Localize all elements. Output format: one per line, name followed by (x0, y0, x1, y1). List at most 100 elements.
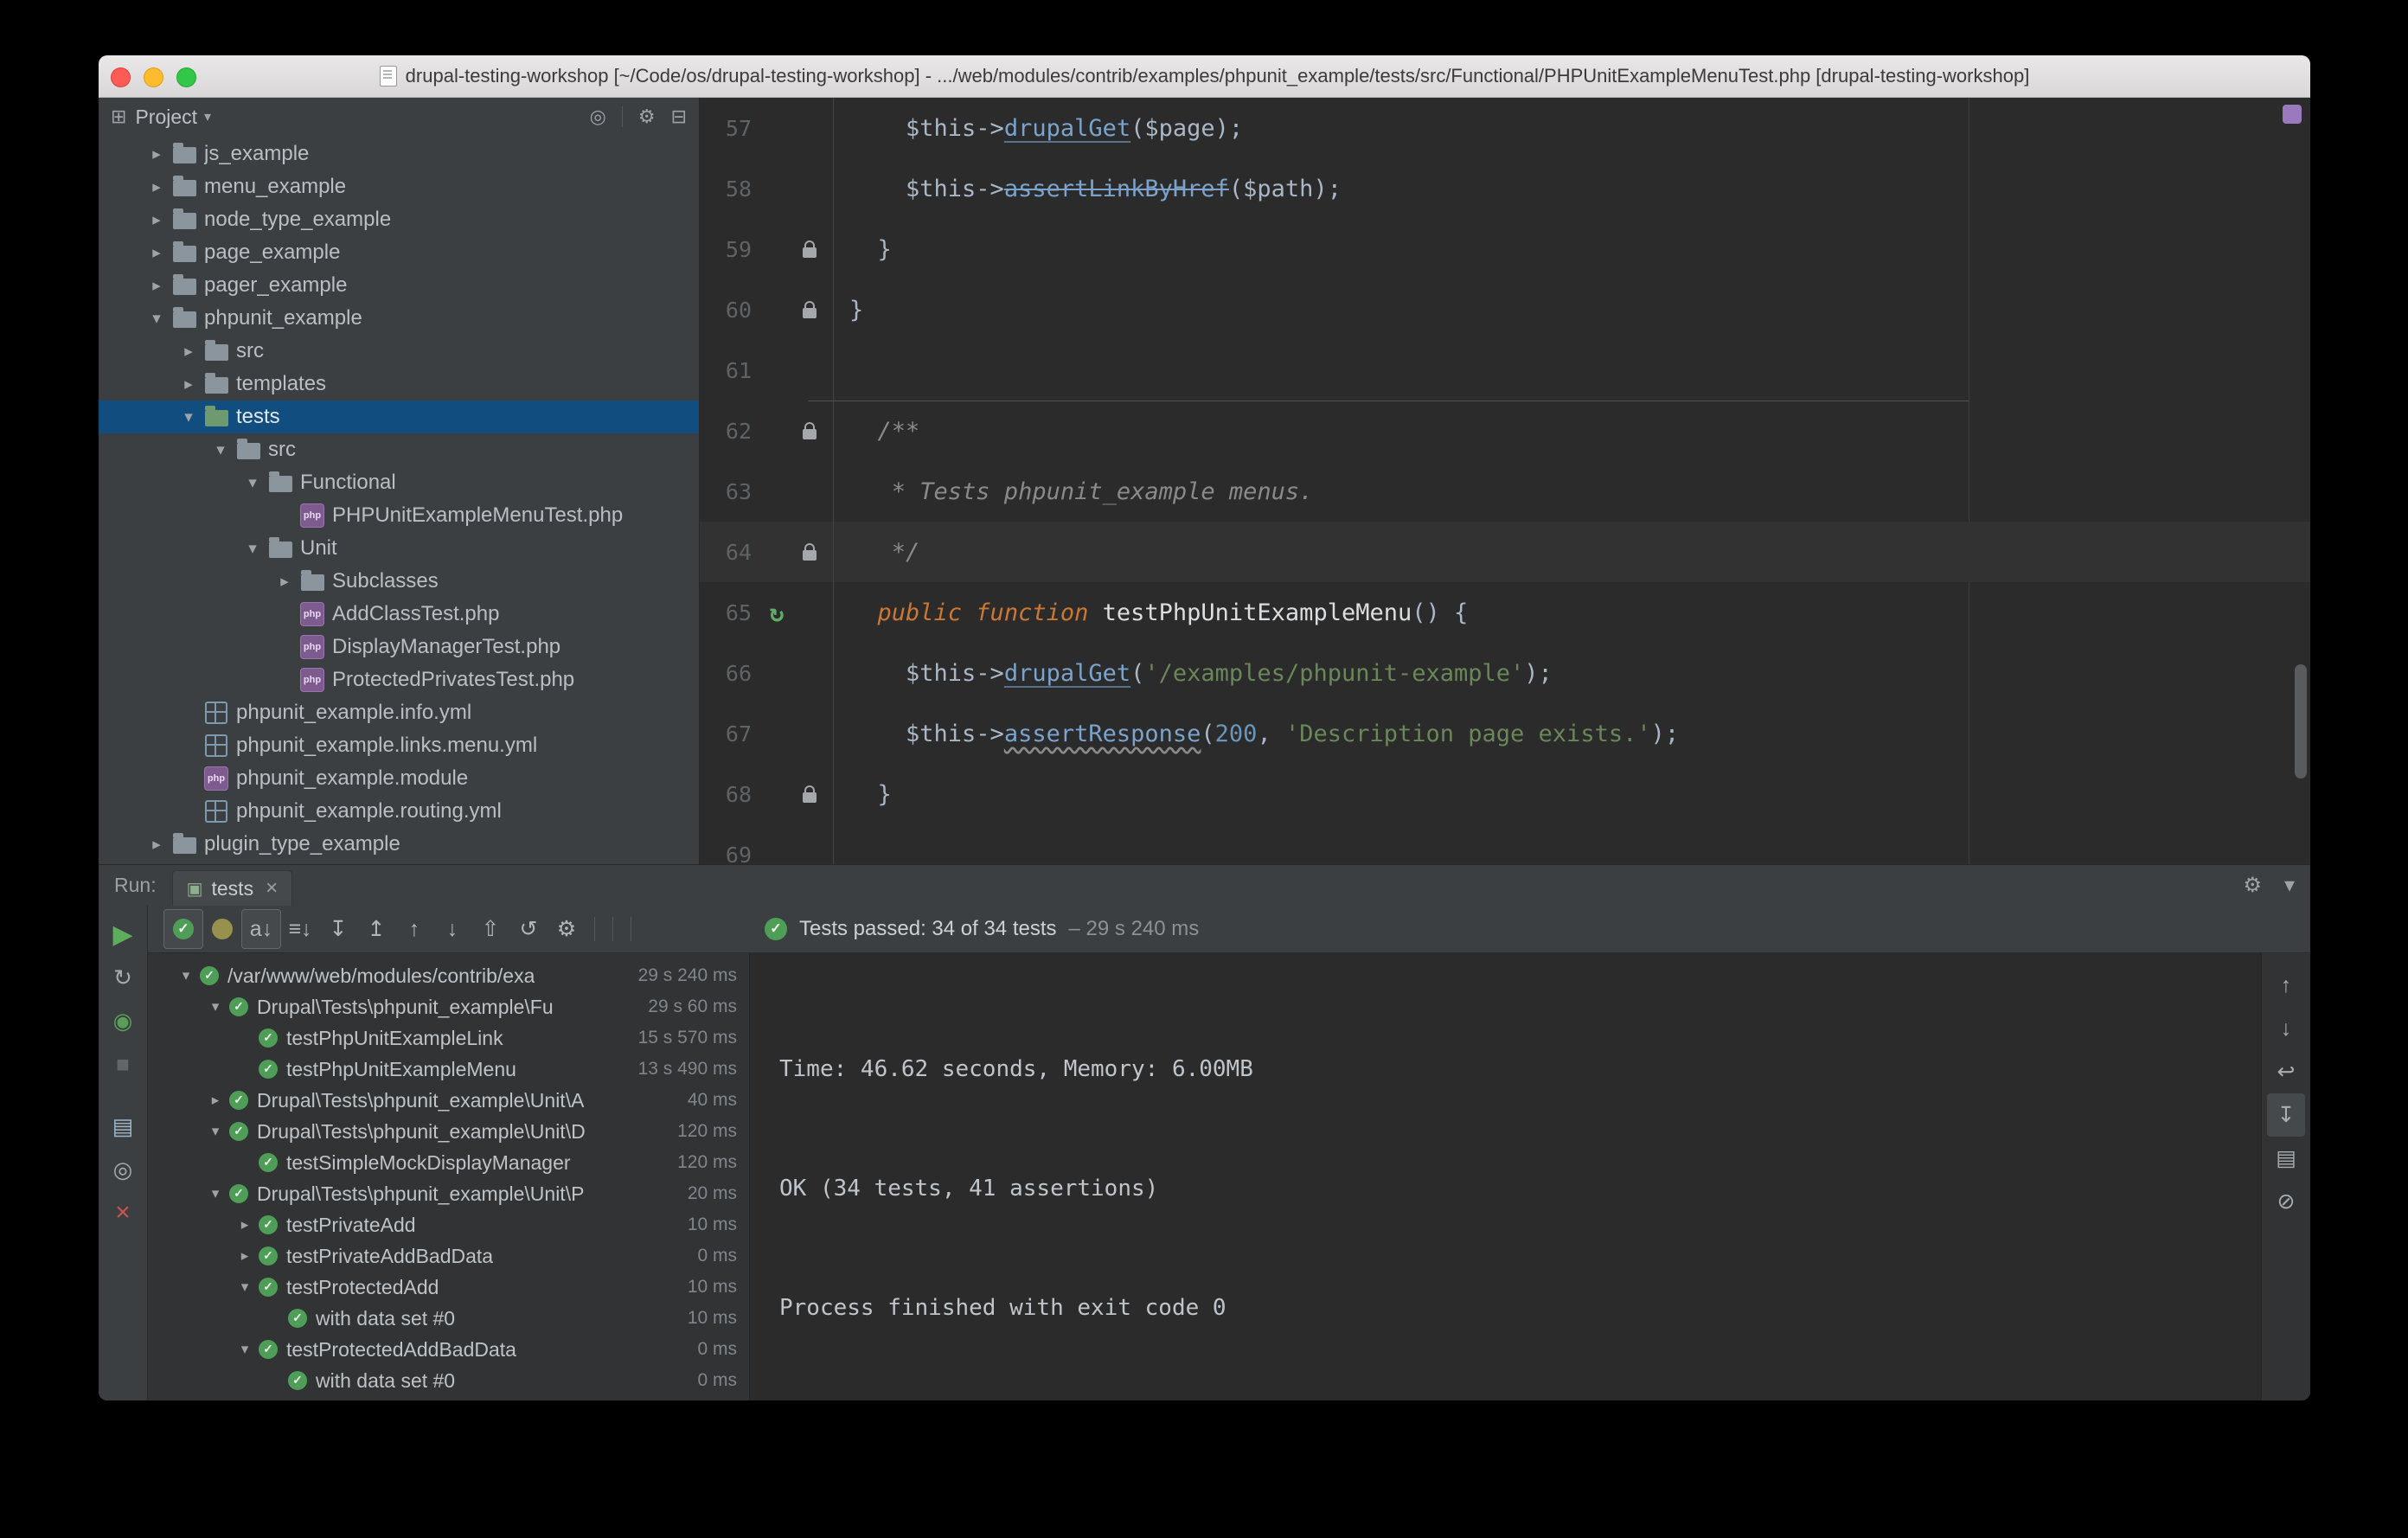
editor-scrollbar-thumb[interactable] (2295, 664, 2307, 779)
editor-line[interactable]: 69 (700, 824, 2310, 864)
project-tree-item[interactable]: ▸ src (99, 335, 699, 368)
line-number[interactable]: 64 (700, 540, 760, 565)
project-tree-item[interactable]: ▸ pager_example (99, 269, 699, 302)
editor-line[interactable]: 65 ↻ public function testPhpUnitExampleMe… (700, 582, 2310, 643)
editor-line[interactable]: 61 (700, 340, 2310, 401)
show-ignored-icon[interactable] (203, 910, 241, 948)
project-tree-item[interactable]: PHPUnitExampleMenuTest.php (99, 499, 699, 532)
collapse-arrow-icon[interactable]: ▾ (142, 309, 171, 329)
line-number[interactable]: 62 (700, 419, 760, 444)
project-tree-item[interactable]: ▾ src (99, 433, 699, 466)
stop-icon[interactable]: ■ (103, 1042, 143, 1086)
close-tab-icon[interactable]: × (266, 876, 278, 900)
line-number[interactable]: 58 (700, 176, 760, 202)
zoom-window-button[interactable] (176, 67, 196, 87)
down-the-stack-trace-icon[interactable]: ↓ (2267, 1007, 2305, 1050)
test-tree-item[interactable]: with data set #0 10 ms (148, 1303, 749, 1334)
expand-arrow-icon[interactable]: ▸ (202, 1092, 229, 1109)
project-tree-item[interactable]: phpunit_example.info.yml (99, 696, 699, 729)
collapse-arrow-icon[interactable]: ▾ (206, 440, 235, 460)
collapse-arrow-icon[interactable]: ▾ (231, 1278, 259, 1296)
test-tree-item[interactable]: ▸ testPrivateAddBadData 0 ms (148, 1240, 749, 1272)
pin-tab-icon[interactable]: ◎ (103, 1148, 143, 1191)
project-tree-item[interactable]: ▸ js_example (99, 138, 699, 170)
project-tree-item[interactable]: ▾ Unit (99, 532, 699, 565)
test-tree-item[interactable]: ▾ testProtectedAdd 10 ms (148, 1272, 749, 1303)
inspection-indicator-icon[interactable] (2283, 105, 2302, 124)
editor-line[interactable]: 59 } (700, 219, 2310, 279)
next-failed-test-icon[interactable]: ↓ (433, 910, 471, 948)
line-number[interactable]: 63 (700, 479, 760, 504)
project-tree-item[interactable]: ▸ node_type_example (99, 203, 699, 236)
project-tree-item[interactable]: phpunit_example.links.menu.yml (99, 729, 699, 762)
project-tree-item[interactable]: ▾ phpunit_example (99, 302, 699, 335)
run-tab-tests[interactable]: ▣ tests × (171, 870, 293, 906)
test-history-icon[interactable]: ↺ (509, 910, 548, 948)
test-tree-item[interactable]: with data set #0 0 ms (148, 1365, 749, 1396)
expand-arrow-icon[interactable]: ▸ (142, 243, 171, 263)
line-number[interactable]: 65 (700, 600, 760, 625)
project-tree-item[interactable]: ▸ page_example (99, 236, 699, 269)
close-icon[interactable]: × (103, 1191, 143, 1234)
collapse-arrow-icon[interactable]: ▾ (238, 539, 267, 559)
collapse-arrow-icon[interactable]: ▾ (238, 473, 267, 493)
test-tree-item[interactable]: testSimpleMockDisplayManager 120 ms (148, 1147, 749, 1178)
settings-gear-icon[interactable]: ⚙ (638, 106, 656, 128)
run-test-icon[interactable]: ↻ (770, 599, 785, 627)
test-tree-item[interactable]: ▾ Drupal\Tests\phpunit_example\Fu 29 s 60 … (148, 991, 749, 1022)
expand-arrow-icon[interactable]: ▸ (142, 276, 171, 296)
expand-arrow-icon[interactable]: ▸ (231, 1216, 259, 1234)
expand-arrow-icon[interactable]: ▸ (174, 375, 203, 394)
collapse-all-icon[interactable]: ↥ (357, 910, 395, 948)
hide-panel-icon[interactable]: ⊟ (671, 106, 687, 128)
line-number[interactable]: 59 (700, 237, 760, 262)
rerun-tests-icon[interactable]: ▶ (103, 913, 143, 956)
project-tree-item[interactable]: phpunit_example.module (99, 762, 699, 795)
hide-panel-icon[interactable]: ▾ (2284, 873, 2295, 898)
select-opened-file-icon[interactable]: ◎ (590, 106, 606, 128)
line-number[interactable]: 68 (700, 782, 760, 807)
project-tree-item[interactable]: ▸ Subclasses (99, 565, 699, 598)
editor-line[interactable]: 68 } (700, 764, 2310, 824)
line-number[interactable]: 69 (700, 843, 760, 865)
clear-output-icon[interactable]: ⊘ (2267, 1180, 2305, 1223)
test-tree-item[interactable]: testPhpUnitExampleLink 15 s 570 ms (148, 1022, 749, 1054)
project-tree-item[interactable]: phpunit_example.routing.yml (99, 795, 699, 828)
gutter-run-slot[interactable]: ↻ (760, 599, 793, 627)
editor-line[interactable]: 63 * Tests phpunit_example menus. (700, 461, 2310, 522)
line-number[interactable]: 57 (700, 116, 760, 141)
minimize-window-button[interactable] (144, 67, 163, 87)
sort-alphabetically-icon[interactable]: a↓ (241, 909, 281, 949)
line-number[interactable]: 61 (700, 358, 760, 383)
toggle-auto-test-icon[interactable]: ◉ (103, 999, 143, 1042)
expand-arrow-icon[interactable]: ▸ (142, 144, 171, 164)
collapse-arrow-icon[interactable]: ▾ (202, 1123, 229, 1140)
up-the-stack-trace-icon[interactable]: ↑ (2267, 964, 2305, 1007)
test-tree-item[interactable]: ▾ /var/www/web/modules/contrib/exa 29 s 24… (148, 960, 749, 991)
test-tree-item[interactable]: ▾ testProtectedAddBadData 0 ms (148, 1334, 749, 1365)
show-passed-icon[interactable] (163, 909, 203, 949)
settings-gear-icon[interactable]: ⚙ (548, 910, 586, 948)
editor-line[interactable]: 57 $this->drupalGet($page); (700, 98, 2310, 158)
code-editor[interactable]: 57 $this->drupalGet($page); 58 $this->ass… (700, 98, 2310, 864)
line-number[interactable]: 66 (700, 661, 760, 686)
project-tree-item[interactable]: ▸ templates (99, 368, 699, 401)
test-tree-item[interactable]: ▾ Drupal\Tests\phpunit_example\Unit\P 20 m… (148, 1178, 749, 1209)
console-output[interactable]: Time: 46.62 seconds, Memory: 6.00MB OK (… (750, 953, 2261, 1400)
close-window-button[interactable] (111, 67, 131, 87)
test-tree-item[interactable]: ▸ Drupal\Tests\phpunit_example\Unit\A 40 m… (148, 1085, 749, 1116)
editor-line[interactable]: 66 $this->drupalGet('/examples/phpunit-e… (700, 643, 2310, 703)
console-icon[interactable]: ▤ (103, 1105, 143, 1148)
soft-wrap-icon[interactable]: ↩ (2267, 1050, 2305, 1093)
editor-line[interactable]: 62 /** (700, 401, 2310, 461)
expand-arrow-icon[interactable]: ▸ (270, 572, 299, 592)
expand-arrow-icon[interactable]: ▸ (174, 342, 203, 362)
project-tree-item[interactable]: DisplayManagerTest.php (99, 631, 699, 663)
project-tree-item[interactable]: AddClassTest.php (99, 598, 699, 631)
scroll-to-end-icon[interactable]: ↧ (2267, 1093, 2305, 1137)
import-test-results-icon[interactable]: ⇧ (471, 910, 509, 948)
rerun-failed-tests-icon[interactable]: ↻ (103, 956, 143, 999)
print-icon[interactable]: ▤ (2267, 1137, 2305, 1180)
test-tree-item[interactable]: ▾ Drupal\Tests\phpunit_example\Unit\D 120 … (148, 1116, 749, 1147)
collapse-arrow-icon[interactable]: ▾ (174, 407, 203, 427)
